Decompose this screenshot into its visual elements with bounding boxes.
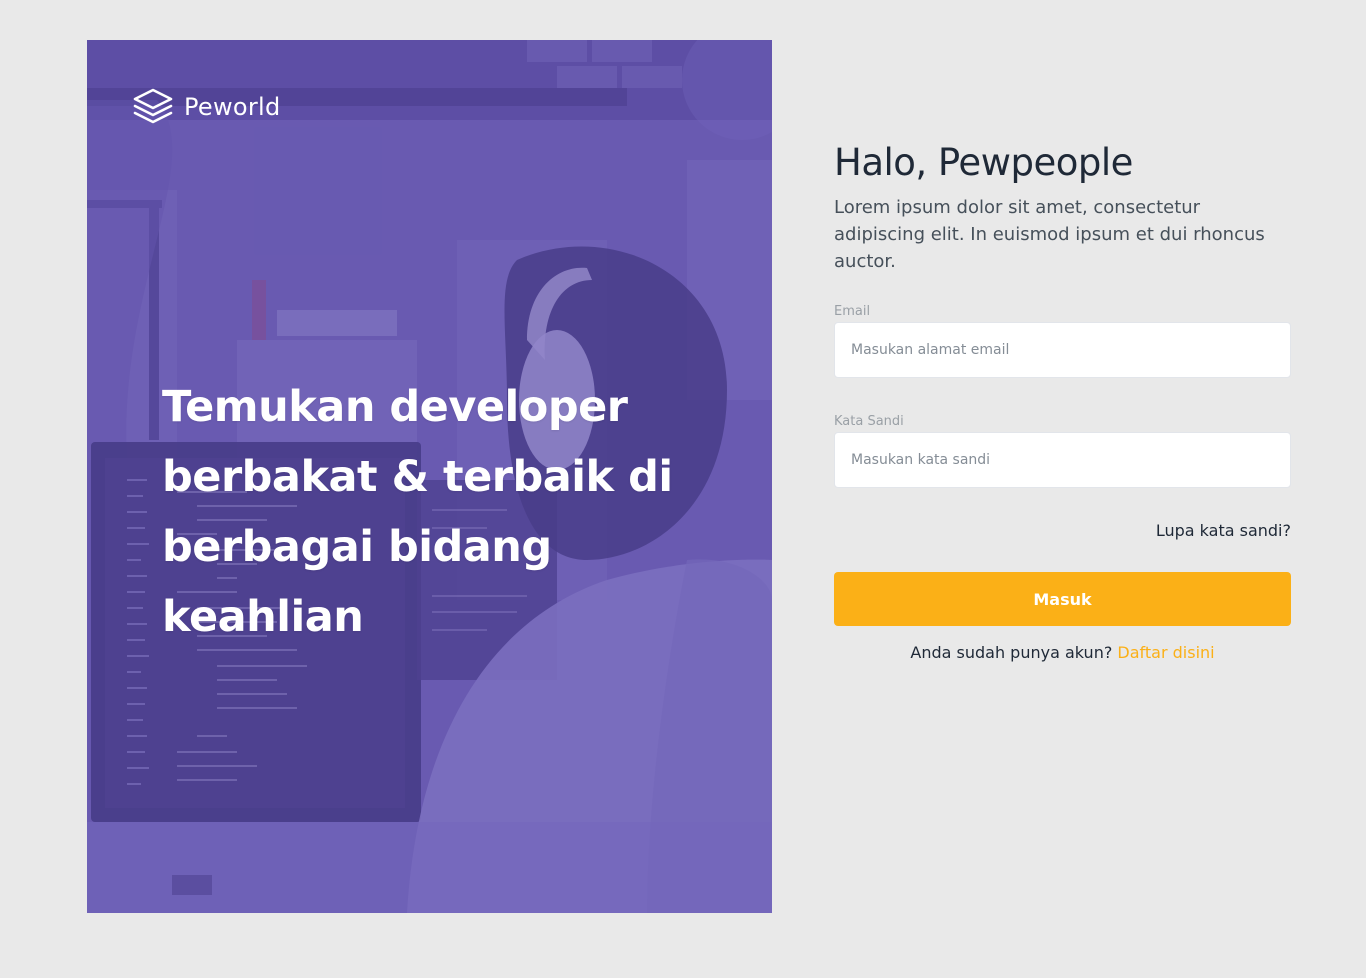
hero-panel: Peworld Temukan developer berbakat & ter…: [87, 40, 772, 913]
brand-name: Peworld: [184, 93, 281, 121]
register-prompt-line: Anda sudah punya akun? Daftar disini: [834, 643, 1291, 662]
hero-headline-line: berbagai bidang keahlian: [162, 522, 552, 642]
email-field[interactable]: [834, 322, 1291, 378]
register-link[interactable]: Daftar disini: [1117, 643, 1214, 662]
layers-stack-icon: [133, 88, 173, 124]
email-label: Email: [834, 304, 871, 319]
form-subtitle: Lorem ipsum dolor sit amet, consectetur …: [834, 197, 1265, 272]
brand[interactable]: Peworld: [132, 86, 281, 128]
hero-headline: Temukan developer berbakat & terbaik di …: [162, 372, 722, 652]
hero-headline-line: Temukan developer: [162, 382, 628, 432]
password-label: Kata Sandi: [834, 414, 904, 429]
register-prompt: Anda sudah punya akun?: [910, 643, 1113, 662]
forgot-password-link[interactable]: Lupa kata sandi?: [1156, 521, 1291, 540]
login-button[interactable]: Masuk: [834, 572, 1291, 626]
form-title: Halo, Pewpeople: [834, 141, 1133, 184]
login-page: Peworld Temukan developer berbakat & ter…: [0, 0, 1366, 978]
login-form-panel: Halo, Pewpeople Lorem ipsum dolor sit am…: [834, 138, 1291, 662]
hero-headline-line: berbakat & terbaik di: [162, 452, 673, 502]
password-field[interactable]: [834, 432, 1291, 488]
